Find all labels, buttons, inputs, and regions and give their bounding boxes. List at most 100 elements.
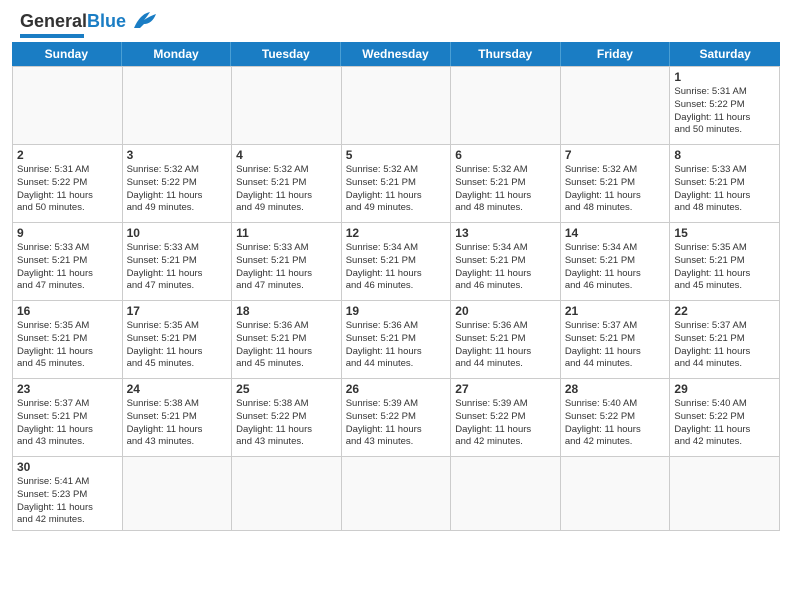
cell-info: Sunrise: 5:31 AM Sunset: 5:22 PM Dayligh…: [17, 164, 118, 215]
calendar-cell: 11 Sunrise: 5:33 AM Sunset: 5:21 PM Dayli…: [232, 223, 342, 301]
calendar-cell: 6 Sunrise: 5:32 AM Sunset: 5:21 PM Daylig…: [451, 145, 561, 223]
cell-info: Sunrise: 5:39 AM Sunset: 5:22 PM Dayligh…: [455, 398, 556, 449]
cell-info: Sunrise: 5:34 AM Sunset: 5:21 PM Dayligh…: [565, 242, 666, 293]
page-header: GeneralBlue: [0, 0, 792, 42]
calendar-cell: [342, 67, 452, 145]
calendar-cell: [561, 67, 671, 145]
cell-info: Sunrise: 5:38 AM Sunset: 5:21 PM Dayligh…: [127, 398, 228, 449]
cell-info: Sunrise: 5:33 AM Sunset: 5:21 PM Dayligh…: [17, 242, 118, 293]
calendar-cell: 18 Sunrise: 5:36 AM Sunset: 5:21 PM Dayli…: [232, 301, 342, 379]
day-number: 7: [565, 148, 666, 162]
calendar-cell: 2 Sunrise: 5:31 AM Sunset: 5:22 PM Daylig…: [13, 145, 123, 223]
day-number: 2: [17, 148, 118, 162]
calendar-cell: 14 Sunrise: 5:34 AM Sunset: 5:21 PM Dayli…: [561, 223, 671, 301]
day-of-week-header: Saturday: [670, 42, 780, 66]
day-number: 1: [674, 70, 775, 84]
calendar-cell: [670, 457, 780, 531]
cell-info: Sunrise: 5:37 AM Sunset: 5:21 PM Dayligh…: [17, 398, 118, 449]
cell-info: Sunrise: 5:37 AM Sunset: 5:21 PM Dayligh…: [565, 320, 666, 371]
cell-info: Sunrise: 5:33 AM Sunset: 5:21 PM Dayligh…: [674, 164, 775, 215]
calendar-cell: [451, 457, 561, 531]
cell-info: Sunrise: 5:34 AM Sunset: 5:21 PM Dayligh…: [455, 242, 556, 293]
cell-info: Sunrise: 5:36 AM Sunset: 5:21 PM Dayligh…: [236, 320, 337, 371]
calendar-cell: 9 Sunrise: 5:33 AM Sunset: 5:21 PM Daylig…: [13, 223, 123, 301]
day-of-week-header: Friday: [561, 42, 671, 66]
calendar-cell: [342, 457, 452, 531]
calendar-cell: 1 Sunrise: 5:31 AM Sunset: 5:22 PM Daylig…: [670, 67, 780, 145]
day-number: 22: [674, 304, 775, 318]
logo-text: GeneralBlue: [20, 12, 126, 30]
calendar-cell: [232, 457, 342, 531]
cell-info: Sunrise: 5:32 AM Sunset: 5:21 PM Dayligh…: [346, 164, 447, 215]
cell-info: Sunrise: 5:33 AM Sunset: 5:21 PM Dayligh…: [127, 242, 228, 293]
cell-info: Sunrise: 5:38 AM Sunset: 5:22 PM Dayligh…: [236, 398, 337, 449]
day-number: 25: [236, 382, 337, 396]
day-number: 14: [565, 226, 666, 240]
calendar-cell: 21 Sunrise: 5:37 AM Sunset: 5:21 PM Dayli…: [561, 301, 671, 379]
calendar-cell: 23 Sunrise: 5:37 AM Sunset: 5:21 PM Dayli…: [13, 379, 123, 457]
day-number: 20: [455, 304, 556, 318]
cell-info: Sunrise: 5:32 AM Sunset: 5:21 PM Dayligh…: [236, 164, 337, 215]
calendar-cell: 15Sunrise: 5:35 AM Sunset: 5:21 PM Dayli…: [670, 223, 780, 301]
calendar-body: 1 Sunrise: 5:31 AM Sunset: 5:22 PM Daylig…: [12, 66, 780, 531]
cell-info: Sunrise: 5:35 AM Sunset: 5:21 PM Dayligh…: [674, 242, 775, 293]
calendar-cell: 17Sunrise: 5:35 AM Sunset: 5:21 PM Dayli…: [123, 301, 233, 379]
cell-info: Sunrise: 5:40 AM Sunset: 5:22 PM Dayligh…: [565, 398, 666, 449]
calendar-cell: 3Sunrise: 5:32 AM Sunset: 5:22 PM Daylig…: [123, 145, 233, 223]
calendar-cell: 5 Sunrise: 5:32 AM Sunset: 5:21 PM Daylig…: [342, 145, 452, 223]
calendar-cell: 20 Sunrise: 5:36 AM Sunset: 5:21 PM Dayli…: [451, 301, 561, 379]
day-number: 23: [17, 382, 118, 396]
calendar-cell: 7Sunrise: 5:32 AM Sunset: 5:21 PM Daylig…: [561, 145, 671, 223]
day-of-week-header: Thursday: [451, 42, 561, 66]
cell-info: Sunrise: 5:40 AM Sunset: 5:22 PM Dayligh…: [674, 398, 775, 449]
cell-info: Sunrise: 5:34 AM Sunset: 5:21 PM Dayligh…: [346, 242, 447, 293]
cell-info: Sunrise: 5:32 AM Sunset: 5:22 PM Dayligh…: [127, 164, 228, 215]
day-of-week-header: Tuesday: [231, 42, 341, 66]
day-number: 6: [455, 148, 556, 162]
calendar-cell: 28 Sunrise: 5:40 AM Sunset: 5:22 PM Dayli…: [561, 379, 671, 457]
day-number: 28: [565, 382, 666, 396]
day-number: 19: [346, 304, 447, 318]
cell-info: Sunrise: 5:36 AM Sunset: 5:21 PM Dayligh…: [455, 320, 556, 371]
cell-info: Sunrise: 5:37 AM Sunset: 5:21 PM Dayligh…: [674, 320, 775, 371]
calendar-cell: [13, 67, 123, 145]
calendar-cell: 19 Sunrise: 5:36 AM Sunset: 5:21 PM Dayli…: [342, 301, 452, 379]
calendar-cell: 27Sunrise: 5:39 AM Sunset: 5:22 PM Dayli…: [451, 379, 561, 457]
day-number: 4: [236, 148, 337, 162]
day-number: 26: [346, 382, 447, 396]
day-number: 11: [236, 226, 337, 240]
day-number: 16: [17, 304, 118, 318]
cell-info: Sunrise: 5:36 AM Sunset: 5:21 PM Dayligh…: [346, 320, 447, 371]
day-number: 10: [127, 226, 228, 240]
cell-info: Sunrise: 5:32 AM Sunset: 5:21 PM Dayligh…: [455, 164, 556, 215]
calendar-cell: 25 Sunrise: 5:38 AM Sunset: 5:22 PM Dayli…: [232, 379, 342, 457]
calendar-cell: 24Sunrise: 5:38 AM Sunset: 5:21 PM Dayli…: [123, 379, 233, 457]
calendar-cell: 29 Sunrise: 5:40 AM Sunset: 5:22 PM Dayli…: [670, 379, 780, 457]
calendar-cell: 26 Sunrise: 5:39 AM Sunset: 5:22 PM Dayli…: [342, 379, 452, 457]
day-number: 8: [674, 148, 775, 162]
day-number: 13: [455, 226, 556, 240]
cell-info: Sunrise: 5:35 AM Sunset: 5:21 PM Dayligh…: [127, 320, 228, 371]
day-number: 21: [565, 304, 666, 318]
calendar-cell: [451, 67, 561, 145]
day-number: 29: [674, 382, 775, 396]
calendar-header: SundayMondayTuesdayWednesdayThursdayFrid…: [12, 42, 780, 66]
calendar-cell: [232, 67, 342, 145]
calendar-cell: 4 Sunrise: 5:32 AM Sunset: 5:21 PM Daylig…: [232, 145, 342, 223]
day-number: 5: [346, 148, 447, 162]
calendar-cell: 12Sunrise: 5:34 AM Sunset: 5:21 PM Dayli…: [342, 223, 452, 301]
cell-info: Sunrise: 5:39 AM Sunset: 5:22 PM Dayligh…: [346, 398, 447, 449]
calendar-cell: 30Sunrise: 5:41 AM Sunset: 5:23 PM Dayli…: [13, 457, 123, 531]
cell-info: Sunrise: 5:33 AM Sunset: 5:21 PM Dayligh…: [236, 242, 337, 293]
cell-info: Sunrise: 5:31 AM Sunset: 5:22 PM Dayligh…: [674, 86, 775, 137]
cell-info: Sunrise: 5:41 AM Sunset: 5:23 PM Dayligh…: [17, 476, 118, 527]
day-of-week-header: Sunday: [12, 42, 122, 66]
calendar: SundayMondayTuesdayWednesdayThursdayFrid…: [12, 42, 780, 531]
day-number: 18: [236, 304, 337, 318]
calendar-cell: 22 Sunrise: 5:37 AM Sunset: 5:21 PM Dayli…: [670, 301, 780, 379]
day-of-week-header: Monday: [122, 42, 232, 66]
day-number: 9: [17, 226, 118, 240]
calendar-cell: 8 Sunrise: 5:33 AM Sunset: 5:21 PM Daylig…: [670, 145, 780, 223]
calendar-cell: [123, 67, 233, 145]
logo-bird-icon: [130, 10, 158, 32]
